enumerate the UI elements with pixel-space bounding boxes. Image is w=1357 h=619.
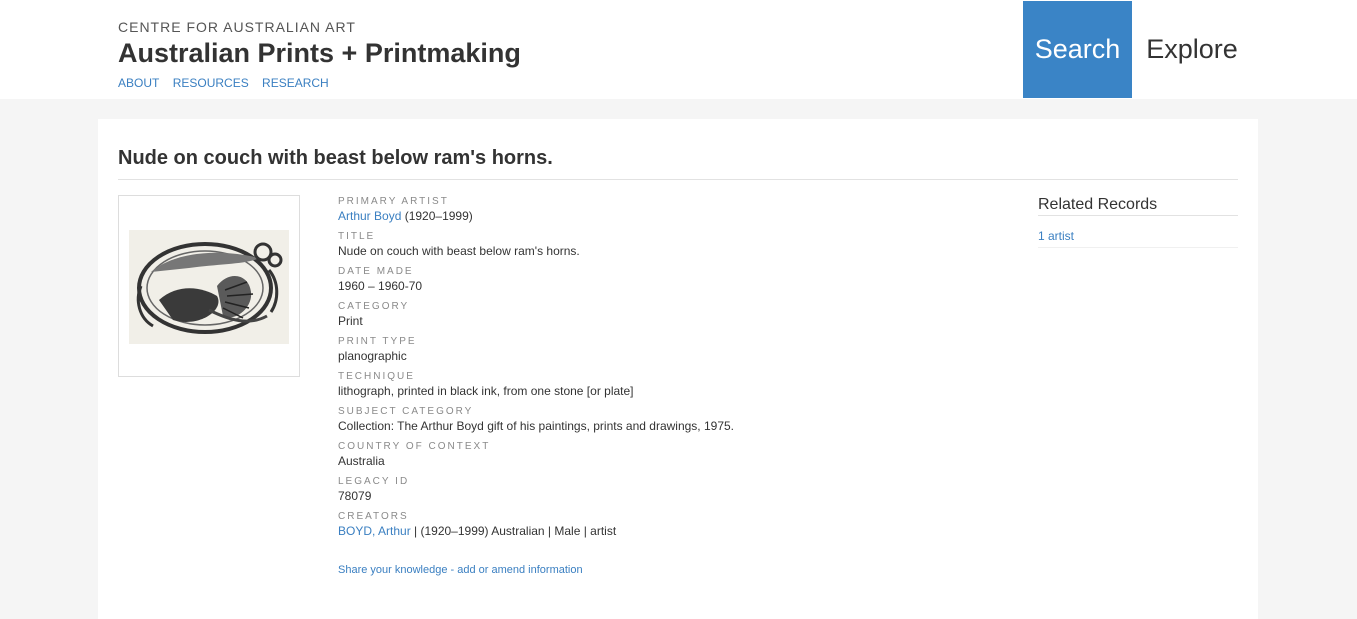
site-eyebrow: CENTRE FOR AUSTRALIAN ART [118,19,356,35]
field-value: Collection: The Arthur Boyd gift of his … [338,419,735,433]
field-value: 1960 – 1960-70 [338,279,423,293]
field-category: CATEGORY Print [338,301,978,336]
field-primary-artist: PRIMARY ARTIST Arthur Boyd (1920–1999) [338,196,978,231]
field-print-type: PRINT TYPE planographic [338,336,978,371]
related-artist-link[interactable]: 1 artist [1038,229,1074,243]
field-label: PRINT TYPE [338,336,417,347]
record-title: Nude on couch with beast below ram's hor… [118,147,553,169]
site-brand: CENTRE FOR AUSTRALIAN ART Australian Pri… [118,19,521,90]
site-header: CENTRE FOR AUSTRALIAN ART Australian Pri… [0,0,1357,99]
field-value: Arthur Boyd (1920–1999) [338,209,978,224]
artwork-image [129,230,289,344]
field-value: 78079 [338,489,372,503]
field-value: lithograph, printed in black ink, from o… [338,384,634,398]
field-label: LEGACY ID [338,476,410,487]
field-label: TITLE [338,231,376,242]
related-record-item: 1 artist [1038,229,1238,248]
field-label: CREATORS [338,511,409,522]
nav-resources-link[interactable]: RESOURCES [173,76,249,90]
nav-about-link[interactable]: ABOUT [118,76,159,90]
field-value: planographic [338,349,407,363]
creator-details: | (1920–1999) Australian | Male | artist [410,524,617,538]
top-nav: ABOUT RESOURCES RESEARCH [118,76,521,90]
primary-artist-dates: (1920–1999) [401,209,473,223]
field-country: COUNTRY OF CONTEXT Australia [338,441,978,476]
nav-research-link[interactable]: RESEARCH [262,76,329,90]
field-label: SUBJECT CATEGORY [338,406,474,417]
title-divider [118,179,1238,180]
field-label: TECHNIQUE [338,371,415,382]
field-technique: TECHNIQUE lithograph, printed in black i… [338,371,978,406]
creator-link[interactable]: BOYD, Arthur [338,524,411,538]
field-value: BOYD, Arthur | (1920–1999) Australian | … [338,524,978,539]
field-label: PRIMARY ARTIST [338,196,449,207]
field-value: Nude on couch with beast below ram's hor… [338,244,580,258]
field-subject-category: SUBJECT CATEGORY Collection: The Arthur … [338,406,978,441]
field-label: COUNTRY OF CONTEXT [338,441,491,452]
explore-nav-button[interactable]: Explore [1132,1,1252,98]
field-date-made: DATE MADE 1960 – 1960-70 [338,266,978,301]
share-knowledge-link[interactable]: Share your knowledge - add or amend info… [338,564,583,576]
field-creators: CREATORS BOYD, Arthur | (1920–1999) Aust… [338,511,978,546]
field-label: CATEGORY [338,301,410,312]
related-records-heading: Related Records [1038,196,1238,216]
record-panel: Nude on couch with beast below ram's hor… [98,119,1258,619]
field-label: DATE MADE [338,266,414,277]
field-legacy-id: LEGACY ID 78079 [338,476,978,511]
field-value: Print [338,314,363,328]
related-records: Related Records 1 artist [1038,196,1238,248]
record-fields: PRIMARY ARTIST Arthur Boyd (1920–1999) T… [338,196,978,546]
field-value: Australia [338,454,385,468]
site-title[interactable]: Australian Prints + Printmaking [118,37,521,70]
field-title: TITLE Nude on couch with beast below ram… [338,231,978,266]
artwork-thumbnail[interactable] [118,195,300,377]
primary-artist-link[interactable]: Arthur Boyd [338,209,401,223]
search-nav-button[interactable]: Search [1023,1,1132,98]
